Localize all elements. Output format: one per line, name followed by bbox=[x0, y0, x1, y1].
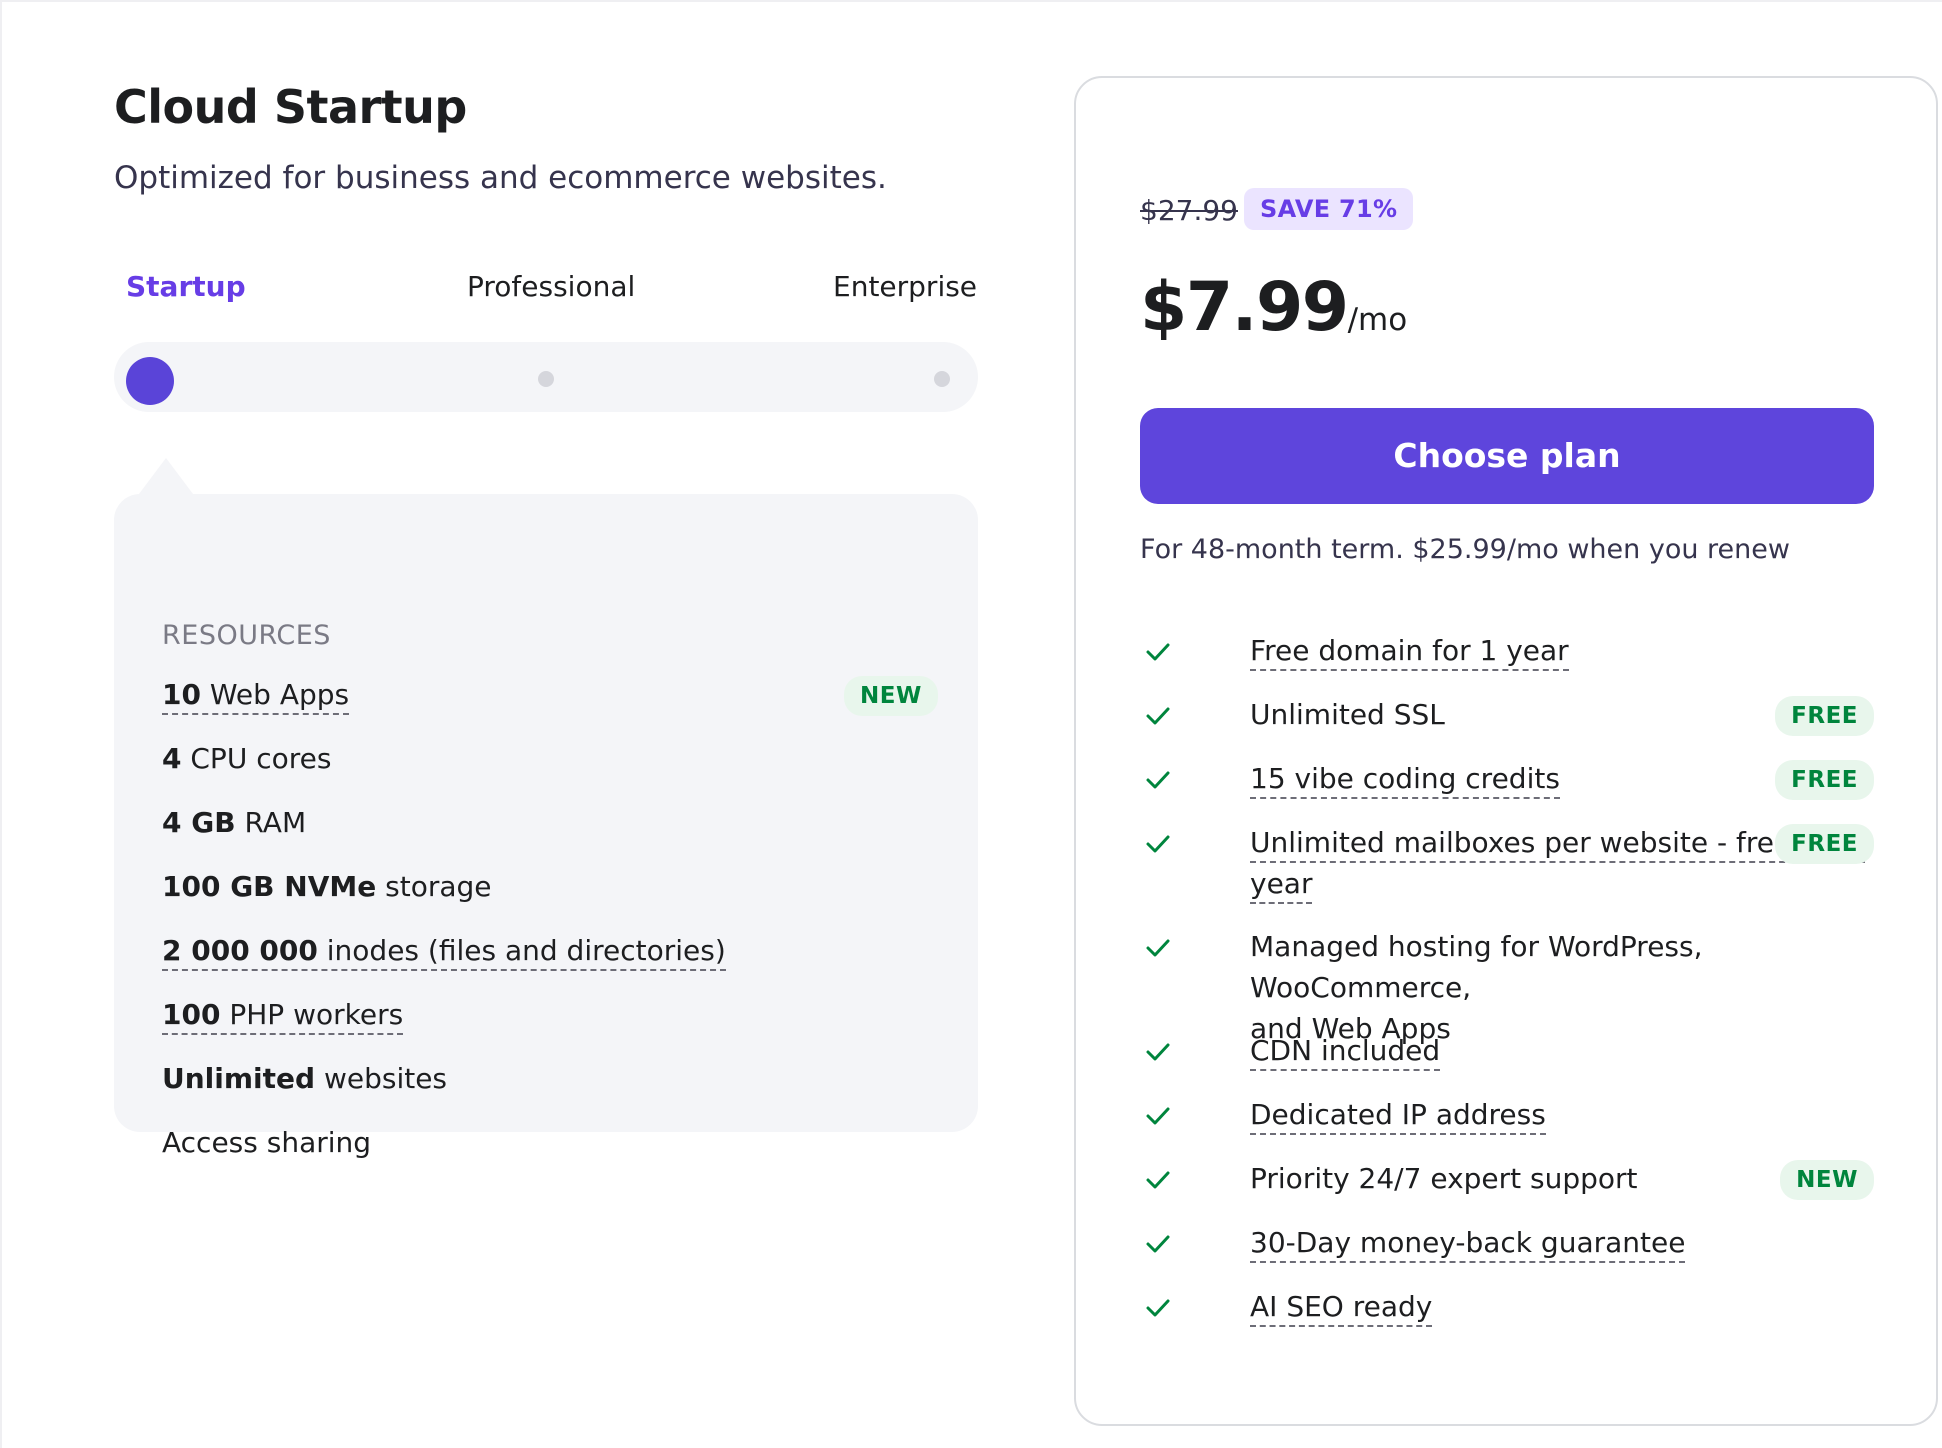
resource-ram: 4 GB RAM bbox=[162, 806, 306, 839]
price-amount: $7.99 bbox=[1140, 268, 1349, 347]
check-icon bbox=[1146, 771, 1170, 789]
new-badge: NEW bbox=[844, 676, 938, 716]
resource-label: Web Apps bbox=[200, 678, 350, 711]
plan-title: Cloud Startup bbox=[114, 80, 467, 134]
price-period: /mo bbox=[1347, 302, 1408, 338]
term-note: For 48-month term. $25.99/mo when you re… bbox=[1140, 534, 1790, 565]
tier-tabs: Startup Professional Enterprise bbox=[114, 270, 980, 310]
resource-value: 4 GB bbox=[162, 806, 236, 839]
check-icon bbox=[1146, 835, 1170, 853]
feature-label-text: Dedicated IP address bbox=[1250, 1098, 1546, 1135]
feature-item: CDN included bbox=[1140, 1032, 1874, 1076]
resource-label: inodes (files and directories) bbox=[317, 934, 726, 967]
new-badge: NEW bbox=[1780, 1160, 1874, 1200]
feature-label[interactable]: AI SEO ready bbox=[1250, 1286, 1433, 1327]
resource-storage: 100 GB NVMe storage bbox=[162, 870, 492, 903]
tier-tab-enterprise[interactable]: Enterprise bbox=[833, 270, 977, 303]
resource-value: 10 bbox=[162, 678, 201, 711]
resource-label: PHP workers bbox=[220, 998, 404, 1031]
plan-description: Optimized for business and ecommerce web… bbox=[114, 160, 887, 196]
check-icon bbox=[1146, 1171, 1170, 1189]
save-badge: SAVE 71% bbox=[1244, 188, 1414, 230]
free-badge: FREE bbox=[1775, 696, 1874, 736]
feature-label[interactable]: 15 vibe coding credits bbox=[1250, 758, 1560, 799]
feature-item: Managed hosting for WordPress, WooCommer… bbox=[1140, 928, 1874, 1045]
resource-label: websites bbox=[315, 1062, 448, 1095]
feature-item: Free domain for 1 year bbox=[1140, 632, 1874, 676]
resource-php-workers[interactable]: 100 PHP workers bbox=[162, 998, 404, 1035]
resources-heading: RESOURCES bbox=[162, 620, 331, 651]
resource-label: Access sharing bbox=[162, 1126, 372, 1159]
feature-label: Priority 24/7 expert support bbox=[1250, 1162, 1638, 1195]
feature-label-text: CDN included bbox=[1250, 1034, 1441, 1071]
feature-label[interactable]: Unlimited mailboxes per website - free f… bbox=[1250, 822, 1866, 904]
feature-label[interactable]: Free domain for 1 year bbox=[1250, 630, 1569, 671]
feature-label[interactable]: CDN included bbox=[1250, 1030, 1441, 1071]
resource-value: 100 bbox=[162, 998, 221, 1031]
tier-tab-startup[interactable]: Startup bbox=[126, 270, 246, 303]
check-icon bbox=[1146, 707, 1170, 725]
check-icon bbox=[1146, 1299, 1170, 1317]
check-icon bbox=[1146, 1043, 1170, 1061]
resource-value: Unlimited bbox=[162, 1062, 316, 1095]
feature-label[interactable]: 30-Day money-back guarantee bbox=[1250, 1222, 1686, 1263]
plan-config-panel: Cloud Startup Optimized for business and… bbox=[114, 80, 980, 1159]
tier-tab-professional[interactable]: Professional bbox=[467, 270, 635, 303]
choose-plan-button[interactable]: Choose plan bbox=[1140, 408, 1874, 504]
check-icon bbox=[1146, 643, 1170, 661]
feature-label-text: AI SEO ready bbox=[1250, 1290, 1433, 1327]
resources-pointer bbox=[136, 458, 196, 498]
resource-websites: Unlimited websites bbox=[162, 1062, 447, 1095]
check-icon bbox=[1146, 1235, 1170, 1253]
feature-item: Priority 24/7 expert support NEW bbox=[1140, 1160, 1874, 1204]
resource-inodes[interactable]: 2 000 000 inodes (files and directories) bbox=[162, 934, 726, 971]
pricing-card: $27.99 SAVE 71% $7.99/mo Choose plan For… bbox=[1074, 76, 1938, 1426]
feature-label-line1: Managed hosting for WordPress, WooCommer… bbox=[1250, 930, 1703, 1004]
feature-item: Dedicated IP address bbox=[1140, 1096, 1874, 1140]
resource-label: CPU cores bbox=[181, 742, 332, 775]
resource-web-apps[interactable]: 10 Web Apps bbox=[162, 678, 350, 715]
feature-item: AI SEO ready bbox=[1140, 1288, 1874, 1332]
feature-label-text: 30-Day money-back guarantee bbox=[1250, 1226, 1686, 1263]
resource-value: 100 GB NVMe bbox=[162, 870, 377, 903]
feature-label-text: 15 vibe coding credits bbox=[1250, 762, 1560, 799]
resource-value: 4 bbox=[162, 742, 182, 775]
feature-label[interactable]: Dedicated IP address bbox=[1250, 1094, 1546, 1135]
feature-label-text: Free domain for 1 year bbox=[1250, 634, 1569, 671]
tier-slider-handle[interactable] bbox=[126, 357, 174, 405]
feature-label: Unlimited SSL bbox=[1250, 698, 1445, 731]
feature-label-line1: Unlimited mailboxes per website - free f… bbox=[1250, 826, 1866, 863]
tier-slider[interactable] bbox=[114, 342, 978, 412]
check-icon bbox=[1146, 1107, 1170, 1125]
tier-slider-stop-enterprise[interactable] bbox=[934, 371, 950, 387]
resource-label: storage bbox=[376, 870, 492, 903]
free-badge: FREE bbox=[1775, 760, 1874, 800]
tier-slider-stop-professional[interactable] bbox=[538, 371, 554, 387]
feature-item: Unlimited mailboxes per website - free f… bbox=[1140, 824, 1874, 910]
resource-label: RAM bbox=[235, 806, 307, 839]
resource-value: 2 000 000 bbox=[162, 934, 318, 967]
resource-cpu: 4 CPU cores bbox=[162, 742, 331, 775]
feature-item: Unlimited SSL FREE bbox=[1140, 696, 1874, 740]
feature-item: 30-Day money-back guarantee bbox=[1140, 1224, 1874, 1268]
original-price: $27.99 bbox=[1140, 194, 1238, 227]
check-icon bbox=[1146, 939, 1170, 957]
current-price: $7.99/mo bbox=[1140, 268, 1407, 347]
resource-access-sharing: Access sharing bbox=[162, 1126, 371, 1159]
feature-item: 15 vibe coding credits FREE bbox=[1140, 760, 1874, 804]
feature-label-line2: year bbox=[1250, 867, 1313, 904]
free-badge: FREE bbox=[1775, 824, 1874, 864]
